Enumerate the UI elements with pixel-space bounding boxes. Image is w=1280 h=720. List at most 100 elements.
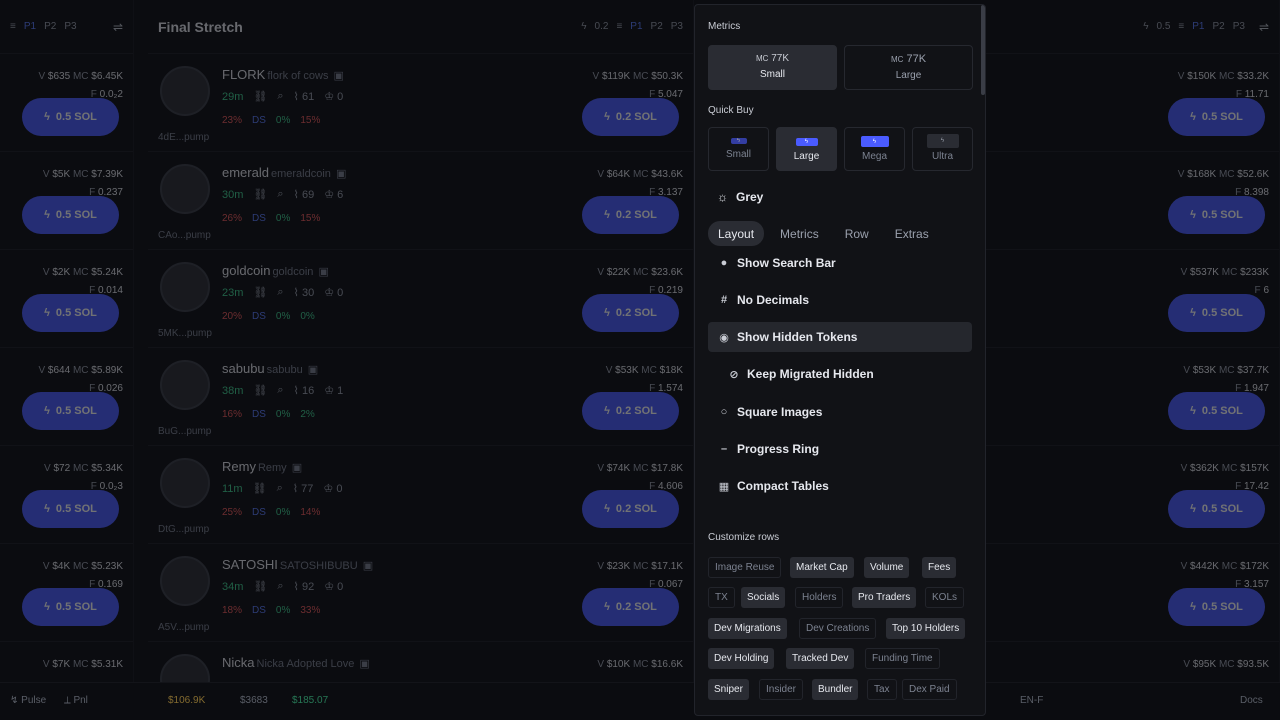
pulse-link[interactable]: ↯ Pulse [10,695,46,720]
search-icon[interactable]: ⌕ [277,580,283,593]
sliders-icon[interactable]: ⇌ [1259,20,1269,34]
token-address[interactable]: BuG...pump [158,426,211,437]
token-avatar[interactable] [160,66,210,116]
chip-kols[interactable]: KOLs [925,587,965,608]
token-row[interactable]: BuG...pump sabubu sabubu ▣ 38m ⛓ ⌕ ⌇ 16 ♔ 1 16% D… [148,348,693,446]
chip-tx[interactable]: TX [708,587,735,608]
copy-icon[interactable]: ▣ [315,266,328,278]
quick-buy-button[interactable]: ϟ 0.5 SOL [1168,588,1265,626]
quick-buy-ultra-option[interactable]: ϟ Ultra [912,127,973,171]
preset-p3[interactable]: P3 [1233,21,1245,32]
tab-row[interactable]: Row [835,221,879,246]
quick-buy-button[interactable]: ϟ 0.5 SOL [1168,490,1265,528]
token-row[interactable]: Nicka Nicka Adopted Love ▣ V $10K MC $16.6… [148,642,693,682]
quick-buy-button[interactable]: ϟ 0.5 SOL [22,490,119,528]
token-row[interactable]: V $442K MC $172K F 3.157 ϟ 0.5 SOL [986,544,1279,642]
link-icon[interactable]: ⛓ [253,580,267,593]
search-icon[interactable]: ⌕ [277,188,283,201]
token-row[interactable]: V $53K MC $37.7K F 1.947 ϟ 0.5 SOL [986,348,1279,446]
chip-dev-holding[interactable]: Dev Holding [708,648,775,669]
token-row[interactable]: 4dE...pump FLORK flork of cows ▣ 29m ⛓ ⌕ ⌇ 61 ♔… [148,54,693,152]
copy-icon[interactable]: ▣ [360,560,373,572]
token-avatar[interactable] [160,458,210,508]
chip-dev-migrations[interactable]: Dev Migrations [708,618,787,639]
copy-icon[interactable]: ▣ [305,364,318,376]
preset-p1[interactable]: P1 [24,21,36,32]
preset-p2[interactable]: P2 [651,21,663,32]
chip-dex-paid[interactable]: Dex Paid [902,679,957,700]
quick-buy-button[interactable]: ϟ 0.5 SOL [22,588,119,626]
option-show-hidden-tokens[interactable]: ◉ Show Hidden Tokens [708,322,972,352]
token-avatar[interactable] [160,262,210,312]
quick-buy-button[interactable]: ϟ 0.2 SOL [582,294,679,332]
token-address[interactable]: 5MK...pump [158,328,212,339]
chip-tax[interactable]: Tax [867,679,897,700]
token-row[interactable]: V $5K MC $7.39K F 0.237 ϟ 0.5 SOL [0,152,133,250]
quick-buy-button[interactable]: ϟ 0.5 SOL [1168,392,1265,430]
copy-icon[interactable]: ▣ [330,70,344,82]
copy-icon[interactable]: ▣ [333,168,346,180]
preset-p1[interactable]: P1 [1192,21,1204,32]
token-avatar[interactable] [160,164,210,214]
chip-top-10-holders[interactable]: Top 10 Holders [886,618,966,639]
chip-holders[interactable]: Holders [795,587,844,608]
quick-buy-button[interactable]: ϟ 0.2 SOL [582,588,679,626]
menu-icon[interactable]: ≡ [10,21,16,32]
copy-icon[interactable]: ▣ [289,462,302,474]
quick-buy-button[interactable]: ϟ 0.2 SOL [582,490,679,528]
link-icon[interactable]: ⛓ [253,384,267,397]
chip-volume[interactable]: Volume [864,557,910,578]
quick-buy-button[interactable]: ϟ 0.5 SOL [22,294,119,332]
quick-buy-button[interactable]: ϟ 0.5 SOL [22,392,119,430]
token-row[interactable]: A5V...pump SATOSHI SATOSHIBUBU ▣ 34m ⛓ ⌕ ⌇ 92 ♔… [148,544,693,642]
docs-link[interactable]: Docs [1240,695,1263,720]
chip-funding-time[interactable]: Funding Time [865,648,940,669]
token-row[interactable]: V $4K MC $5.23K F 0.169 ϟ 0.5 SOL [0,544,133,642]
token-row[interactable]: V $2K MC $5.24K F 0.014 ϟ 0.5 SOL [0,250,133,348]
option-no-decimals[interactable]: # No Decimals [708,285,972,315]
link-icon[interactable]: ⛓ [253,90,267,103]
copy-icon[interactable]: ▣ [356,658,369,670]
token-row[interactable]: V $362K MC $157K F 17.42 ϟ 0.5 SOL [986,446,1279,544]
token-address[interactable]: DtG...pump [158,524,209,535]
quick-buy-large-option[interactable]: ϟ Large [776,127,837,171]
metric-large-option[interactable]: MC 77K Large [844,45,973,90]
token-avatar[interactable] [160,654,210,682]
quick-buy-small-option[interactable]: ϟ Small [708,127,769,171]
search-icon[interactable]: ⌕ [277,90,283,103]
tab-extras[interactable]: Extras [885,221,939,246]
preset-p2[interactable]: P2 [1212,21,1224,32]
link-icon[interactable]: ⛓ [253,188,267,201]
quick-buy-button[interactable]: ϟ 0.5 SOL [22,196,119,234]
token-address[interactable]: CAo...pump [158,230,211,241]
option-compact-tables[interactable]: ▦ Compact Tables [708,471,972,501]
token-row[interactable]: V $7K MC $5.31K [0,642,133,682]
tab-layout[interactable]: Layout [708,221,765,246]
token-row[interactable]: DtG...pump Remy Remy ▣ 11m ⛓ ⌕ ⌇ 77 ♔ 0 25% DS 0% 1… [148,446,693,544]
tab-metrics[interactable]: Metrics [770,221,829,246]
quick-buy-button[interactable]: ϟ 0.5 SOL [1168,294,1265,332]
sliders-icon[interactable]: ⇌ [113,20,123,34]
menu-icon[interactable]: ≡ [1178,21,1184,32]
token-avatar[interactable] [160,556,210,606]
link-icon[interactable]: ⛓ [253,286,267,299]
pnl-link[interactable]: ⟂ Pnl [64,695,88,720]
token-row[interactable]: V $95K MC $93.5K [986,642,1279,682]
search-icon[interactable]: ⌕ [277,482,283,495]
preset-p1[interactable]: P1 [630,21,642,32]
quick-buy-button[interactable]: ϟ 0.2 SOL [582,196,679,234]
token-row[interactable]: V $150K MC $33.2K F 11.71 ϟ 0.5 SOL [986,54,1279,152]
token-row[interactable]: 5MK...pump goldcoin goldcoin ▣ 23m ⛓ ⌕ ⌇ 30 ♔ 0… [148,250,693,348]
metric-small-option[interactable]: MC 77K Small [708,45,837,90]
token-row[interactable]: V $635 MC $6.45K F 0.0₂2 ϟ 0.5 SOL [0,54,133,152]
chip-fees[interactable]: Fees [922,557,957,578]
language-select[interactable]: EN-F [1020,695,1043,720]
quick-buy-mega-option[interactable]: ϟ Mega [844,127,905,171]
token-row[interactable]: CAo...pump emerald emeraldcoin ▣ 30m ⛓ ⌕ ⌇ 69 ♔… [148,152,693,250]
preset-p2[interactable]: P2 [44,21,56,32]
search-icon[interactable]: ⌕ [277,384,283,397]
chip-insider[interactable]: Insider [759,679,804,700]
chip-tracked-dev[interactable]: Tracked Dev [786,648,855,669]
token-avatar[interactable] [160,360,210,410]
theme-selector[interactable]: ☼ Grey [717,190,763,204]
